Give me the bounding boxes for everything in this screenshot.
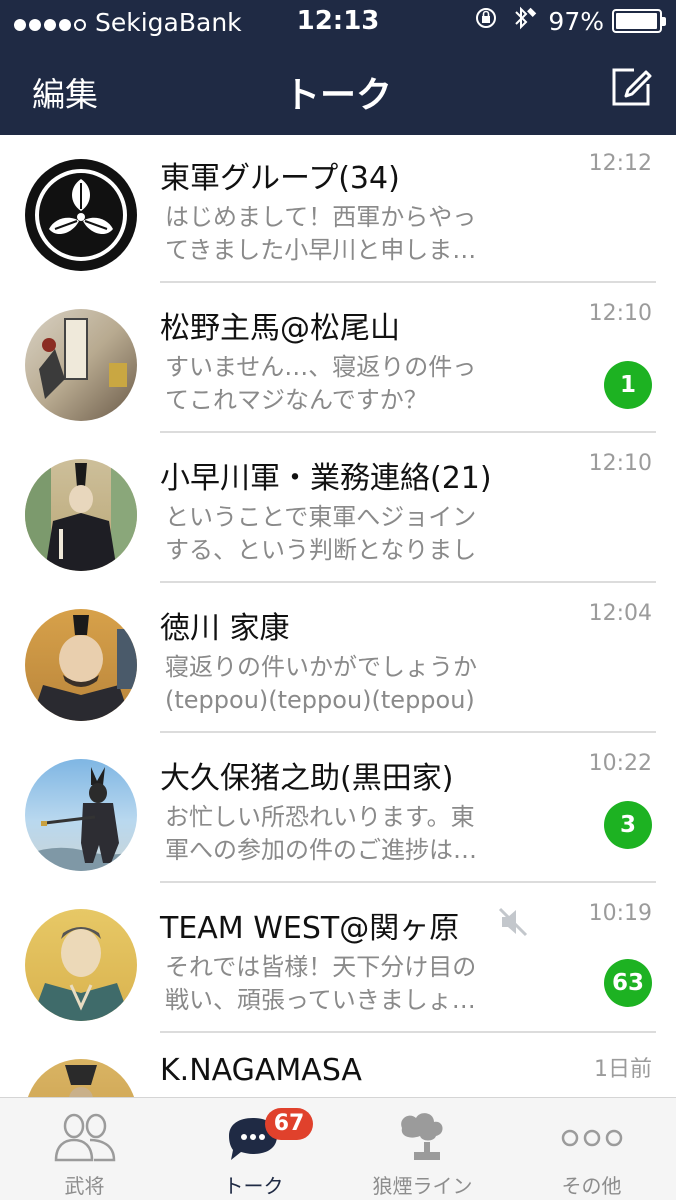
chat-name: 松野主馬@松尾山 <box>160 311 400 346</box>
divider <box>160 281 656 283</box>
chat-row[interactable]: 徳川 家康 12:04 寝返りの件いかがでしょうか (teppou)(teppo… <box>0 585 676 733</box>
tab-more[interactable]: その他 <box>507 1098 676 1201</box>
tab-smoke-line[interactable]: 狼煙ライン <box>338 1098 507 1201</box>
page-title: トーク <box>283 75 392 116</box>
chat-row[interactable]: 松野主馬@松尾山 12:10 すいません…、寝返りの件っ てこれマジなんですか？… <box>0 285 676 433</box>
mute-icon <box>496 905 530 939</box>
chat-name: 大久保猪之助(黒田家) <box>160 761 454 796</box>
bluetooth-icon <box>508 6 538 36</box>
tab-badge: 67 <box>265 1108 313 1140</box>
chat-name: K.NAGAMASA <box>160 1053 362 1088</box>
tab-friends[interactable]: 武将 <box>0 1098 169 1201</box>
chat-preview: ということで東軍へジョイン する、という判断となりまし <box>165 503 477 564</box>
chat-row[interactable]: TEAM WEST@関ヶ原 10:19 それでは皆様！天下分け目の 戦い、頑張っ… <box>0 885 676 1033</box>
chat-row[interactable]: K.NAGAMASA 1日前 <box>0 1035 676 1097</box>
chat-preview: すいません…、寝返りの件っ てこれマジなんですか？ <box>165 353 477 414</box>
portrait-avatar <box>25 909 137 1021</box>
battery-percent: 97% <box>548 6 604 36</box>
tab-label: 武将 <box>64 1174 105 1198</box>
chat-row[interactable]: 東軍グループ(34) 12:12 はじめまして！西軍からやっ てきました小早川と… <box>0 135 676 283</box>
chat-time: 12:10 <box>588 301 652 326</box>
group-crest-avatar <box>25 159 137 271</box>
chat-row[interactable]: 小早川軍・業務連絡(21) 12:10 ということで東軍へジョイン する、という… <box>0 435 676 583</box>
chat-time: 12:12 <box>588 151 652 176</box>
portrait-avatar <box>25 609 137 721</box>
tab-talk[interactable]: 67 トーク <box>169 1098 338 1201</box>
compose-icon[interactable] <box>610 66 652 108</box>
portrait-avatar <box>25 1059 137 1097</box>
chat-name: 徳川 家康 <box>160 611 290 646</box>
divider <box>160 881 656 883</box>
chat-time: 12:04 <box>588 601 652 626</box>
unread-badge: 63 <box>604 959 652 1007</box>
tab-label: 狼煙ライン <box>372 1174 473 1198</box>
chat-preview: はじめまして！西軍からやっ てきました小早川と申しま… <box>165 203 477 264</box>
more-icon <box>557 1108 627 1164</box>
divider <box>160 431 656 433</box>
rotation-lock-icon <box>474 6 498 36</box>
chat-name: 小早川軍・業務連絡(21) <box>160 461 492 496</box>
chat-name: 東軍グループ(34) <box>160 161 400 196</box>
chat-time: 10:19 <box>588 901 652 926</box>
chat-preview: 寝返りの件いかがでしょうか (teppou)(teppou)(teppou) <box>165 653 477 714</box>
portrait-avatar <box>25 459 137 571</box>
chat-preview: それでは皆様！天下分け目の 戦い、頑張っていきましょ… <box>165 953 477 1014</box>
chat-name: TEAM WEST@関ヶ原 <box>160 911 460 946</box>
divider <box>160 581 656 583</box>
chat-preview: お忙しい所恐れいります。東 軍への参加の件のご進捗は… <box>165 803 477 864</box>
chat-row[interactable]: 大久保猪之助(黒田家) 10:22 お忙しい所恐れいります。東 軍への参加の件の… <box>0 735 676 883</box>
chat-time: 1日前 <box>594 1057 652 1082</box>
app-header: SekigaBank 12:13 97% 編集 トーク <box>0 0 676 135</box>
battery-icon <box>612 9 666 33</box>
unread-badge: 3 <box>604 801 652 849</box>
armored-warrior-avatar <box>25 759 137 871</box>
tab-label: トーク <box>223 1174 284 1198</box>
friends-icon <box>50 1108 120 1164</box>
chat-time: 10:22 <box>588 751 652 776</box>
chat-list[interactable]: 東軍グループ(34) 12:12 はじめまして！西軍からやっ てきました小早川と… <box>0 135 676 1097</box>
tab-bar: 武将 67 トーク 狼煙ライン その他 <box>0 1097 676 1200</box>
status-bar: SekigaBank 12:13 97% <box>0 0 676 44</box>
tab-label: その他 <box>561 1174 622 1198</box>
divider <box>160 731 656 733</box>
chat-time: 12:10 <box>588 451 652 476</box>
painting-avatar <box>25 309 137 421</box>
unread-badge: 1 <box>604 361 652 409</box>
smoke-signal-icon <box>388 1108 458 1164</box>
divider <box>160 1031 656 1033</box>
